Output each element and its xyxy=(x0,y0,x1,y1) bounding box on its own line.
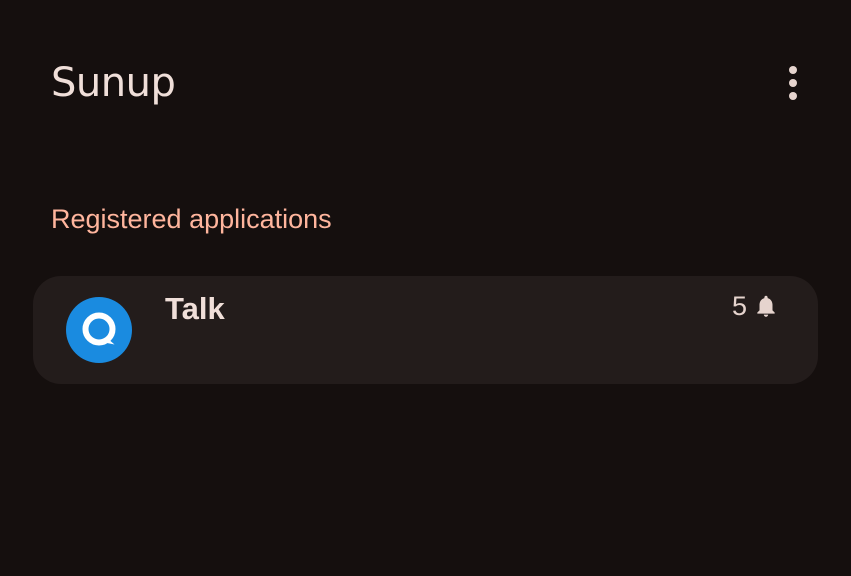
more-vert-icon-dot xyxy=(789,79,797,87)
app-screen: Sunup Registered applications Talk 5 xyxy=(0,0,851,576)
app-name: Talk xyxy=(165,291,225,326)
notification-count: 5 xyxy=(732,291,748,321)
section-header: Registered applications xyxy=(51,204,332,234)
more-vert-icon xyxy=(789,66,797,74)
notification-indicator: 5 xyxy=(732,290,779,322)
more-vert-icon-dot xyxy=(789,92,797,100)
nextcloud-talk-icon xyxy=(66,297,132,363)
bell-icon xyxy=(757,295,775,317)
page-title: Sunup xyxy=(51,60,176,106)
list-item-talk[interactable]: Talk 5 xyxy=(33,276,818,384)
more-options-button[interactable] xyxy=(771,57,815,109)
